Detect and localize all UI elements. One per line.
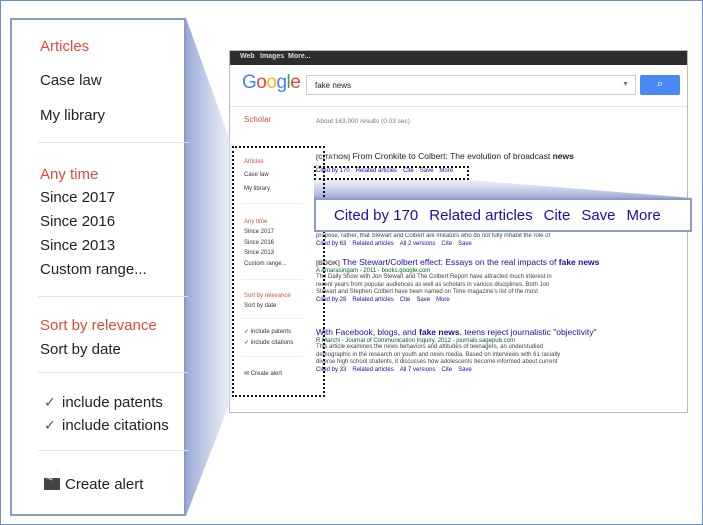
zoom-cite-link[interactable]: Cite	[544, 207, 571, 224]
zl-since-2017[interactable]: Since 2017	[40, 189, 115, 206]
sidebar-highlight-box	[232, 146, 325, 397]
save-link[interactable]: Save	[458, 241, 472, 247]
zl-divider	[38, 450, 188, 451]
zl-include-patents[interactable]: ✓ include patents	[44, 394, 163, 411]
zoomed-result-links: Cited by 170 Related articles Cite Save More	[314, 198, 692, 232]
result-4: With Facebook, blogs, and fake news, tee…	[316, 327, 682, 373]
zoom-cited-by-link[interactable]: Cited by 170	[334, 207, 418, 224]
scholar-label[interactable]: Scholar	[244, 115, 271, 124]
search-button[interactable]: ⌕	[640, 75, 680, 95]
zl-divider	[38, 372, 188, 373]
topbar-web[interactable]: Web	[240, 53, 255, 60]
result-snippet: recent years from popular audiences as w…	[316, 281, 550, 288]
zl-case-law[interactable]: Case law	[40, 72, 102, 89]
result-snippet: Stewart and Stephen Colbert have been na…	[316, 289, 538, 295]
more-link[interactable]: More	[436, 297, 450, 303]
zl-since-2016[interactable]: Since 2016	[40, 213, 115, 230]
result-snippet: The Daily Show with Jon Stewart and The …	[316, 274, 552, 280]
google-logo[interactable]: Google	[242, 72, 301, 94]
topbar-images[interactable]: Images	[260, 53, 284, 60]
zl-custom-range[interactable]: Custom range...	[40, 261, 147, 278]
result-snippet: propose, rather, that Stewart and Colber…	[316, 233, 551, 239]
versions-link[interactable]: All 7 versions	[400, 367, 436, 373]
related-articles-link[interactable]: Related articles	[352, 367, 393, 373]
cite-link[interactable]: Cite	[441, 241, 452, 247]
related-articles-link[interactable]: Related articles	[352, 297, 393, 303]
result-snippet: demographic in the research on youth and…	[316, 351, 561, 358]
versions-link[interactable]: All 2 versions	[400, 241, 436, 247]
zl-include-citations[interactable]: ✓ include citations	[44, 417, 169, 434]
cite-link[interactable]: Cite	[400, 297, 411, 303]
result-3: [BOOK] The Stewart/Colbert effect: Essay…	[316, 257, 682, 303]
result-title[interactable]: [BOOK] The Stewart/Colbert effect: Essay…	[316, 257, 682, 267]
save-link[interactable]: Save	[416, 297, 430, 303]
links-highlight-box	[314, 166, 469, 180]
topbar-more[interactable]: More...	[288, 53, 311, 60]
header-divider	[230, 106, 687, 107]
zl-divider	[38, 142, 188, 143]
related-articles-link[interactable]: Related articles	[352, 241, 393, 247]
top-bar: Web Images More...	[230, 51, 687, 65]
result-links: Cited by 63 Related articles All 2 version…	[316, 241, 682, 247]
result-links: Cited by 28 Related articles Cite Save More	[316, 297, 682, 303]
cite-link[interactable]: Cite	[441, 367, 452, 373]
zoom-more-link[interactable]: More	[627, 207, 661, 224]
zoom-save-link[interactable]: Save	[581, 207, 615, 224]
zl-articles[interactable]: Articles	[40, 38, 89, 55]
result-snippet: diverse high school students, it discuss…	[316, 359, 558, 365]
result-title[interactable]: With Facebook, blogs, and fake news, tee…	[316, 327, 682, 337]
result-2: propose, rather, that Stewart and Colber…	[316, 233, 682, 247]
result-title[interactable]: [CITATION] From Cronkite to Colbert: The…	[316, 151, 682, 161]
mail-icon	[44, 478, 60, 490]
zl-any-time[interactable]: Any time	[40, 166, 98, 183]
zl-divider	[38, 296, 188, 297]
dropdown-caret-icon[interactable]: ▼	[622, 81, 629, 88]
result-links: Cited by 33 Related articles All 7 version…	[316, 367, 682, 373]
zl-create-alert[interactable]: Create alert	[44, 476, 143, 493]
zoom-related-articles-link[interactable]: Related articles	[429, 207, 532, 224]
checkbox-checked-icon: ✓	[44, 417, 56, 433]
result-snippet: This article examines the news behaviors…	[316, 344, 544, 350]
search-input[interactable]: fake news ▼	[306, 75, 636, 95]
zl-sort-relevance[interactable]: Sort by relevance	[40, 317, 157, 334]
search-icon: ⌕	[656, 78, 664, 90]
save-link[interactable]: Save	[458, 367, 472, 373]
zl-sort-date[interactable]: Sort by date	[40, 341, 121, 358]
zoomed-sidebar: Articles Case law My library Any time Si…	[10, 18, 188, 516]
checkbox-checked-icon: ✓	[44, 394, 56, 410]
zl-since-2013[interactable]: Since 2013	[40, 237, 115, 254]
zl-my-library[interactable]: My library	[40, 107, 105, 124]
results-count: About 163,000 results (0.03 sec)	[316, 118, 410, 125]
